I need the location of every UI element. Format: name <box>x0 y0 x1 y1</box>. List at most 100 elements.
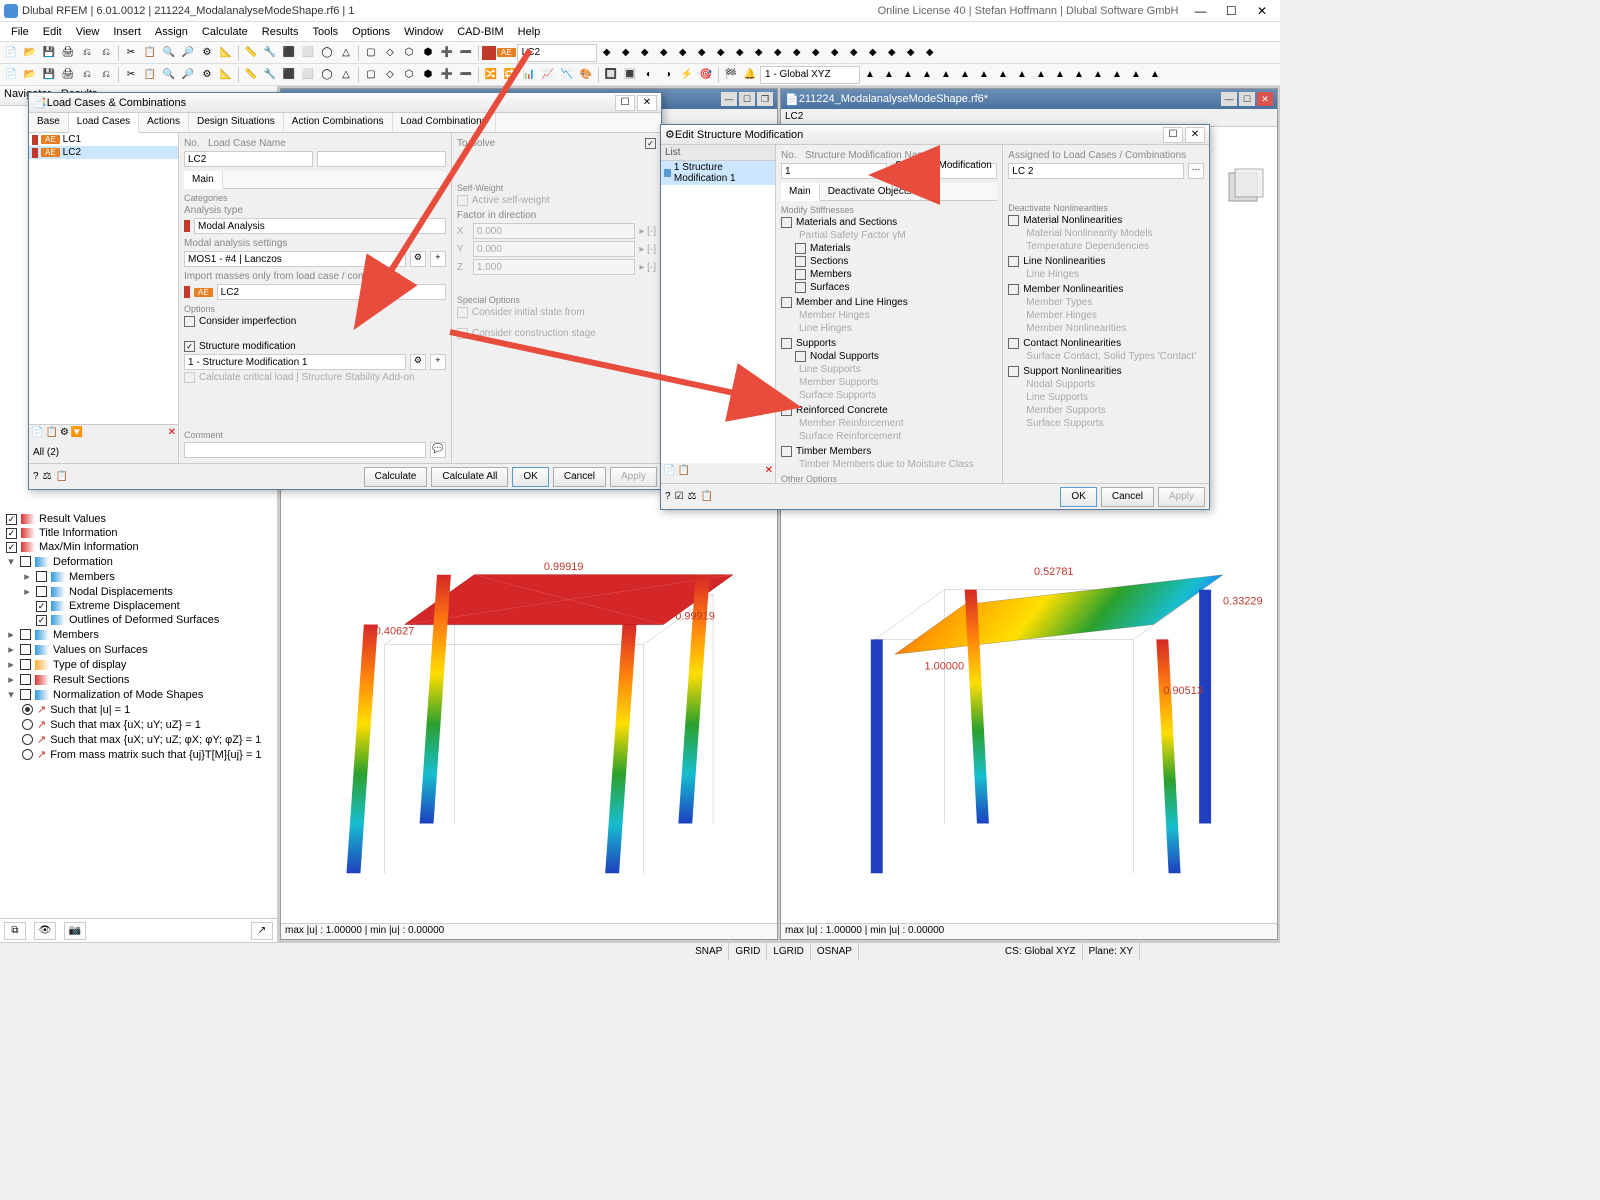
nav-rad-13[interactable] <box>22 704 33 715</box>
tb2-btn-12[interactable]: 📏 <box>242 66 260 84</box>
nav-item-7[interactable]: Outlines of Deformed Surfaces <box>4 613 273 627</box>
tb2-btn-2[interactable]: 💾 <box>40 66 58 84</box>
dlg1-comment-field[interactable] <box>184 442 426 458</box>
nav-item-10[interactable]: ▸Type of display <box>4 657 273 672</box>
nav-rad-14[interactable] <box>22 719 33 730</box>
tb1-extra-17[interactable]: ◆ <box>921 44 939 62</box>
dlg1-structmod-field[interactable]: 1 - Structure Modification 1 <box>184 354 406 370</box>
dlg2-assigned-btn[interactable]: ⋯ <box>1188 163 1204 179</box>
tb1-extra-14[interactable]: ◆ <box>864 44 882 62</box>
nav-chk-7[interactable] <box>36 615 47 626</box>
dlg1-msettings-field[interactable]: MOS1 - #4 | Lanczos <box>184 251 406 267</box>
nav-btn-1[interactable]: ⧉ <box>4 922 26 940</box>
menu-file[interactable]: File <box>4 24 36 40</box>
tb1-btn-22[interactable]: ➕ <box>438 44 456 62</box>
tb1-btn-16[interactable]: ◯ <box>318 44 336 62</box>
tb2-btn-35[interactable]: 🎯 <box>697 66 715 84</box>
dlg1-btn4[interactable]: 🔽 <box>71 427 83 443</box>
snap-toggle[interactable]: SNAP <box>689 943 729 960</box>
tb2-extra-3[interactable]: ▲ <box>918 66 936 84</box>
nav-chk-10[interactable] <box>20 659 31 670</box>
tb1-extra-4[interactable]: ◆ <box>674 44 692 62</box>
tb1-btn-2[interactable]: 💾 <box>40 44 58 62</box>
tb2-btn-27[interactable]: 📈 <box>539 66 557 84</box>
dlg2-copy2[interactable]: 📋 <box>701 491 713 502</box>
tb1-btn-7[interactable]: 📋 <box>141 44 159 62</box>
dlg1-structmod-new[interactable]: + <box>430 354 446 370</box>
grid-toggle[interactable]: GRID <box>729 943 767 960</box>
tb1-extra-10[interactable]: ◆ <box>788 44 806 62</box>
tb1-extra-12[interactable]: ◆ <box>826 44 844 62</box>
tb1-btn-18[interactable]: ▢ <box>362 44 380 62</box>
tb2-extra-12[interactable]: ▲ <box>1089 66 1107 84</box>
menu-edit[interactable]: Edit <box>36 24 69 40</box>
menu-calculate[interactable]: Calculate <box>195 24 255 40</box>
tb2-btn-6[interactable]: ✂ <box>122 66 140 84</box>
dlg2-tab-main[interactable]: Main <box>781 183 820 201</box>
lc-combo[interactable]: LC2 <box>517 44 597 62</box>
tb1-extra-8[interactable]: ◆ <box>750 44 768 62</box>
nav-btn-4[interactable]: ↗ <box>251 922 273 940</box>
tb1-extra-5[interactable]: ◆ <box>693 44 711 62</box>
menu-help[interactable]: Help <box>511 24 548 40</box>
dlg1-btn3[interactable]: ⚙ <box>60 427 69 443</box>
tb1-btn-15[interactable]: ⬜ <box>299 44 317 62</box>
tb1-btn-17[interactable]: △ <box>337 44 355 62</box>
nav-item-9[interactable]: ▸Values on Surfaces <box>4 642 273 657</box>
dlg2-cancel-btn[interactable]: Cancel <box>1101 487 1154 507</box>
tb2-extra-6[interactable]: ▲ <box>975 66 993 84</box>
tb2-extra-1[interactable]: ▲ <box>880 66 898 84</box>
tb1-btn-5[interactable]: ⎌ <box>97 44 115 62</box>
tb2-btn-31[interactable]: 🔳 <box>621 66 639 84</box>
dlg1-new[interactable]: 📄 <box>31 427 43 443</box>
nav-item-1[interactable]: Title Information <box>4 526 273 540</box>
nav-item-11[interactable]: ▸Result Sections <box>4 672 273 687</box>
dlg1-calc-btn[interactable]: Calculate <box>364 467 428 487</box>
tb2-extra-4[interactable]: ▲ <box>937 66 955 84</box>
nav-item-2[interactable]: Max/Min Information <box>4 540 273 554</box>
nav-chk-4[interactable] <box>36 571 47 582</box>
tb2-btn-0[interactable]: 📄 <box>2 66 20 84</box>
nav-chk-11[interactable] <box>20 674 31 685</box>
nav-chk-5[interactable] <box>36 586 47 597</box>
tb2-btn-37[interactable]: 🔔 <box>741 66 759 84</box>
tb2-btn-7[interactable]: 📋 <box>141 66 159 84</box>
tb2-btn-22[interactable]: ➕ <box>438 66 456 84</box>
tb1-extra-9[interactable]: ◆ <box>769 44 787 62</box>
tb2-btn-26[interactable]: 📊 <box>520 66 538 84</box>
close-button[interactable]: ✕ <box>1248 2 1276 20</box>
tb2-extra-5[interactable]: ▲ <box>956 66 974 84</box>
view-2-close[interactable]: ✕ <box>1257 92 1273 106</box>
menu-tools[interactable]: Tools <box>305 24 345 40</box>
dlg2-matnl-chk[interactable] <box>1008 215 1019 226</box>
dlg1-max[interactable]: ☐ <box>615 95 635 111</box>
dlg1-filter[interactable]: All (2) <box>33 447 59 458</box>
nav-chk-6[interactable] <box>36 601 47 612</box>
tb1-btn-19[interactable]: ◇ <box>381 44 399 62</box>
nav-item-3[interactable]: ▾Deformation <box>4 554 273 569</box>
nav-chk-12[interactable] <box>20 689 31 700</box>
dlg1-comment-btn[interactable]: 💬 <box>430 442 446 458</box>
dlg2-new[interactable]: 📄 <box>663 465 675 481</box>
view-1-min[interactable]: — <box>721 92 737 106</box>
tb1-extra-7[interactable]: ◆ <box>731 44 749 62</box>
dlg2-copy[interactable]: 📋 <box>677 465 689 481</box>
tb1-btn-1[interactable]: 📂 <box>21 44 39 62</box>
dlg2-rc-chk[interactable] <box>781 405 792 416</box>
tb2-extra-10[interactable]: ▲ <box>1051 66 1069 84</box>
dlg2-chk[interactable]: ☑ <box>675 491 684 502</box>
dlg2-mlh-chk[interactable] <box>781 297 792 308</box>
menu-options[interactable]: Options <box>345 24 397 40</box>
dlg2-materials-chk[interactable] <box>795 243 806 254</box>
tb2-btn-18[interactable]: ▢ <box>362 66 380 84</box>
tb1-extra-6[interactable]: ◆ <box>712 44 730 62</box>
dlg1-units[interactable]: ⚖ <box>43 471 52 482</box>
dlg1-atype-field[interactable]: Modal Analysis <box>194 218 446 234</box>
nav-chk-3[interactable] <box>20 556 31 567</box>
dlg2-list-item[interactable]: 1 Structure Modification 1 <box>661 161 775 185</box>
tb2-btn-10[interactable]: ⚙ <box>198 66 216 84</box>
dlg2-sup-chk[interactable] <box>781 338 792 349</box>
tb2-btn-23[interactable]: ➖ <box>457 66 475 84</box>
menu-cad-bim[interactable]: CAD-BIM <box>450 24 510 40</box>
dlg1-solve-chk[interactable] <box>645 138 656 149</box>
